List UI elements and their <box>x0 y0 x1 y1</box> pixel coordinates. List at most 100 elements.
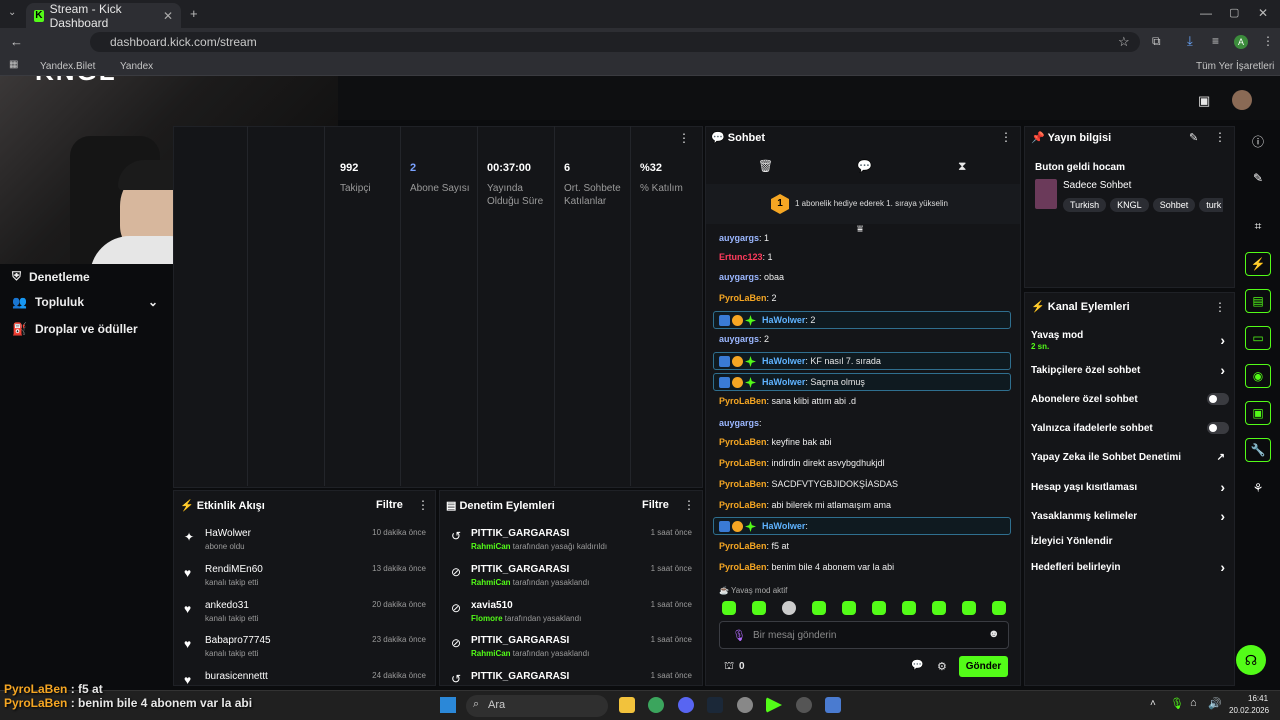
broadcast-icon[interactable]: ◉ <box>1245 364 1271 388</box>
category-name[interactable]: Sadece Sohbet <box>1063 180 1131 191</box>
screenshot-icon[interactable]: ⌗ <box>1245 214 1271 238</box>
emote-icon[interactable] <box>782 601 796 615</box>
emote-icon[interactable] <box>872 601 886 615</box>
activity-username[interactable]: Babapro77745 <box>205 635 271 646</box>
tag-chip[interactable]: turk <box>1199 198 1223 212</box>
chat-username[interactable]: PyroLaBen <box>719 541 767 551</box>
chat-message-highlighted[interactable]: HaWolwer: <box>713 517 1011 535</box>
steam-icon[interactable] <box>707 697 723 713</box>
emoji-icon[interactable]: ☻ <box>988 628 1000 640</box>
profile-avatar[interactable]: A <box>1234 35 1248 49</box>
emote-icon[interactable] <box>932 601 946 615</box>
action-banned-words[interactable]: Yasaklanmış kelimeler › <box>1031 508 1229 524</box>
chat-username[interactable]: PyroLaBen <box>719 479 767 489</box>
emotes-only-toggle[interactable] <box>1207 422 1229 434</box>
star-icon[interactable]: ☆ <box>1118 34 1130 50</box>
chat-message[interactable]: PyroLaBen: benim bile 4 abonem var la ab… <box>719 562 894 572</box>
emote-icon[interactable] <box>752 601 766 615</box>
chat-username[interactable]: PyroLaBen <box>719 437 767 447</box>
lightning-icon[interactable]: ⚡ <box>1245 252 1271 276</box>
chat-message-highlighted[interactable]: HaWolwer: KF nasıl 7. sırada <box>713 352 1011 370</box>
info-icon[interactable]: ⓘ <box>1245 129 1271 153</box>
edit-icon[interactable]: ✎ <box>1245 166 1271 190</box>
microphone-icon[interactable]: 🎙 <box>1170 697 1184 710</box>
action-set-goals[interactable]: Hedefleri belirleyin › <box>1031 559 1229 575</box>
gear-icon[interactable]: ⚙ <box>937 660 947 673</box>
microphone-icon[interactable]: 🎙 <box>732 629 746 642</box>
chat-message[interactable]: PyroLaBen: sana klibi attım abi .d <box>719 396 856 406</box>
trash-icon[interactable]: 🗑 <box>758 159 773 173</box>
chat-message[interactable]: PyroLaBen: SACDFVTYGBJIDOKŞİASDAS <box>719 479 898 489</box>
chat-message[interactable]: PyroLaBen: indirdin direkt asvybgdhukjdl <box>719 458 885 468</box>
tag-chip[interactable]: Sohbet <box>1152 198 1196 212</box>
tag-chip[interactable]: Turkish <box>1063 198 1107 212</box>
action-account-age[interactable]: Hesap yaşı kısıtlaması › <box>1031 479 1229 495</box>
more-options-icon[interactable]: ⋮ <box>1214 300 1226 314</box>
chat-username[interactable]: auygargs <box>719 233 759 243</box>
subscribers-only-toggle[interactable] <box>1207 393 1229 405</box>
gift-sub-banner[interactable]: 1 1 abonelik hediye ederek 1. sıraya yük… <box>706 184 1020 224</box>
apps-grid-icon[interactable]: ▦ <box>9 59 18 70</box>
tab-list-icon[interactable]: ⌄ <box>8 7 16 18</box>
more-options-icon[interactable]: ⋮ <box>1000 130 1012 144</box>
mod-target-user[interactable]: PITTIK_GARGARASI <box>471 635 569 646</box>
edit-icon[interactable]: ✎ <box>1189 131 1198 144</box>
emote-icon[interactable] <box>992 601 1006 615</box>
emote-icon[interactable] <box>722 601 736 615</box>
chat-mode-icon[interactable]: 💬 <box>857 159 872 173</box>
mod-target-user[interactable]: PITTIK_GARGARASI <box>471 528 569 539</box>
obs-icon[interactable] <box>796 697 812 713</box>
emote-icon[interactable] <box>812 601 826 615</box>
file-explorer-icon[interactable] <box>619 697 635 713</box>
download-icon[interactable]: ⤓ <box>1187 33 1193 49</box>
user-avatar[interactable] <box>1232 90 1252 110</box>
chat-username[interactable]: PyroLaBen <box>719 500 767 510</box>
chat-message[interactable]: PyroLaBen: keyfine bak abi <box>719 437 832 447</box>
emote-icon[interactable] <box>962 601 976 615</box>
more-options-icon[interactable]: ⋮ <box>1214 130 1226 144</box>
points-icon[interactable]: ⛫ <box>724 660 734 674</box>
mod-target-user[interactable]: xavia510 <box>471 600 513 611</box>
url-field[interactable]: dashboard.kick.com/stream <box>90 32 1140 52</box>
network-icon[interactable]: ⌂ <box>1190 697 1197 709</box>
chat-message[interactable]: Ertunc123: 1 <box>719 252 773 262</box>
more-options-icon[interactable]: ⋮ <box>678 131 690 145</box>
chat-username[interactable]: auygargs <box>719 418 759 428</box>
add-widget-icon[interactable]: ⚘ <box>1245 476 1271 500</box>
support-chat-button[interactable]: ☊ <box>1236 645 1266 675</box>
send-button[interactable]: Gönder <box>959 656 1008 677</box>
chat-username[interactable]: HaWolwer <box>762 315 805 325</box>
moderation-filter-button[interactable]: Filtre <box>642 499 669 511</box>
more-options-icon[interactable]: ⋮ <box>417 498 429 512</box>
more-options-icon[interactable]: ⋮ <box>683 498 695 512</box>
emote-icon[interactable] <box>902 601 916 615</box>
activity-username[interactable]: RendiMEn60 <box>205 564 263 575</box>
close-tab-icon[interactable]: ✕ <box>163 9 173 23</box>
chat-message[interactable]: PyroLaBen: 2 <box>719 293 777 303</box>
new-tab-icon[interactable]: + <box>190 6 198 21</box>
chat-username[interactable]: auygargs <box>719 272 759 282</box>
activity-filter-button[interactable]: Filtre <box>376 499 403 511</box>
activity-username[interactable]: HaWolwer <box>205 528 251 539</box>
bookmark-yandex-bilet[interactable]: Yandex.Bilet <box>40 61 95 72</box>
chat-message-highlighted[interactable]: HaWolwer: Saçma olmuş <box>713 373 1011 391</box>
chat-input[interactable]: 🎙 Bir mesaj gönderin ☻ <box>719 621 1009 649</box>
mod-target-user[interactable]: PITTIK_GARGARASI <box>471 671 569 682</box>
chat-username[interactable]: auygargs <box>719 334 759 344</box>
sidebar-item-topluluk[interactable]: 👥 Topluluk ⌄ <box>12 295 158 309</box>
app-icon[interactable] <box>825 697 841 713</box>
chat-username[interactable]: PyroLaBen <box>719 458 767 468</box>
chat-username[interactable]: PyroLaBen <box>719 396 767 406</box>
tray-chevron-icon[interactable]: ˄ <box>1150 698 1156 709</box>
video-icon[interactable]: ▣ <box>1245 401 1271 425</box>
back-icon[interactable]: ← <box>10 34 23 49</box>
maximize-icon[interactable]: ▢ <box>1229 6 1239 19</box>
action-followers-only[interactable]: Takipçilere özel sohbet › <box>1031 362 1229 378</box>
sidebar-item-droplar[interactable]: ⛽ Droplar ve ödüller <box>12 322 138 336</box>
category-thumbnail[interactable] <box>1035 179 1057 209</box>
activity-username[interactable]: ankedo31 <box>205 600 249 611</box>
chat-username[interactable]: Ertunc123 <box>719 252 763 262</box>
chat-message-highlighted[interactable]: HaWolwer: 2 <box>713 311 1011 329</box>
browser-tab[interactable]: K Stream - Kick Dashboard ✕ <box>26 2 181 30</box>
discord-icon[interactable] <box>678 697 694 713</box>
